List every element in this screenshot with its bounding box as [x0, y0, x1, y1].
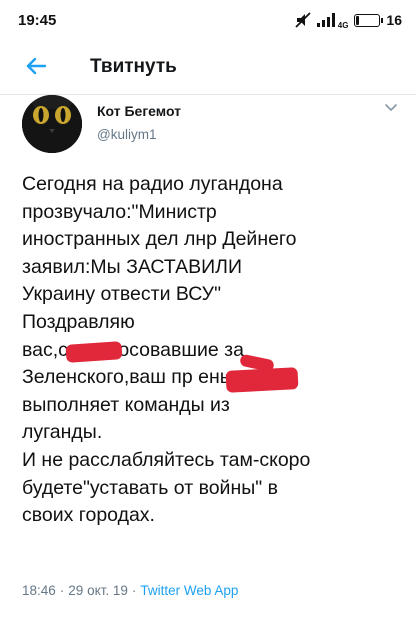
author-handle[interactable]: @kuliym1 — [97, 127, 156, 142]
meta-separator: · — [131, 583, 137, 598]
tweet-source-link[interactable]: Twitter Web App — [140, 583, 238, 598]
tweet: Кот Бегемот @kuliym1 Сегодня на радио лу… — [0, 95, 416, 617]
mute-icon — [295, 12, 311, 28]
battery-level — [356, 15, 360, 25]
status-time: 19:45 — [18, 12, 57, 29]
signal-icon — [316, 13, 335, 27]
network-type: 4G — [337, 21, 349, 30]
meta-separator: · — [59, 583, 65, 598]
tweet-time: 18:46 — [22, 583, 56, 598]
tweet-date: 29 окт. 19 — [68, 583, 128, 598]
status-bar: 19:45 4G 16 — [0, 0, 416, 38]
battery-percent: 16 — [386, 12, 402, 28]
black-cat-avatar-image — [22, 95, 82, 153]
arrow-left-icon — [26, 57, 47, 75]
screen: 19:45 4G 16 Твитнуть Кот Бегемот @kuliym… — [0, 0, 416, 617]
app-bar: Твитнуть — [0, 38, 416, 95]
tweet-meta: 18:46 · 29 окт. 19 · Twitter Web App — [22, 583, 238, 598]
author-name[interactable]: Кот Бегемот — [97, 103, 181, 119]
chevron-down-icon[interactable] — [384, 103, 398, 113]
battery-icon — [354, 13, 384, 27]
status-icons: 4G 16 — [295, 10, 402, 30]
avatar[interactable] — [22, 95, 82, 153]
page-title: Твитнуть — [90, 56, 177, 77]
redaction-scribble — [225, 367, 299, 393]
back-button[interactable] — [22, 52, 50, 80]
